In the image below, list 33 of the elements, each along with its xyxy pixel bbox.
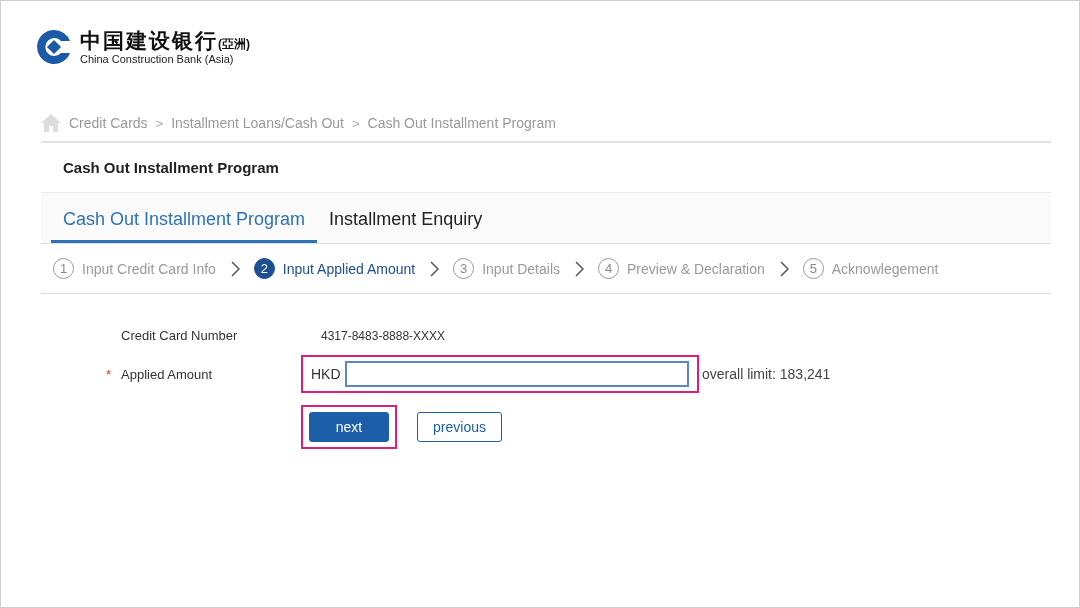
- step-number: 3: [453, 258, 475, 279]
- bank-name-english: China Construction Bank (Asia): [80, 52, 235, 65]
- chevron-icon: [778, 260, 789, 277]
- breadcrumb-link[interactable]: Cash Out Installment Program: [367, 115, 556, 131]
- required-mark: *: [104, 366, 112, 382]
- breadcrumb-link[interactable]: Credit Cards: [69, 115, 148, 131]
- region-label: (亞洲): [218, 36, 250, 51]
- bank-name-chinese: 中国建设银行: [80, 28, 218, 52]
- step-number: 2: [253, 258, 275, 279]
- limit-text: overall limit: 183,241: [702, 366, 831, 382]
- chevron-icon: [574, 260, 584, 277]
- step-number: 4: [598, 258, 619, 279]
- previous-button[interactable]: previous: [417, 412, 502, 442]
- field-label: Credit Card Number: [121, 328, 239, 343]
- step-label: Input Credit Card Info: [82, 260, 216, 277]
- chevron-icon: [429, 260, 440, 277]
- step-label: Input Details: [482, 260, 560, 277]
- amount-input[interactable]: [344, 361, 689, 387]
- step-label: Acknowlegement: [831, 260, 939, 277]
- breadcrumb-separator: >: [351, 115, 360, 131]
- step-number: 5: [802, 258, 824, 279]
- currency-label: HKD: [311, 366, 341, 382]
- chevron-icon: [229, 260, 240, 277]
- breadcrumb-link[interactable]: Installment Loans/Cash Out: [171, 115, 344, 131]
- step-label: Input Applied Amount: [282, 260, 416, 277]
- step-label: Preview & Declaration: [627, 260, 765, 277]
- next-button[interactable]: next: [309, 412, 389, 442]
- logo-icon: [36, 29, 72, 65]
- card-number: 4317-8483-8888-XXXX: [321, 328, 447, 343]
- tab[interactable]: Cash Out Installment Program: [51, 193, 318, 243]
- step-number: 1: [53, 258, 74, 279]
- breadcrumb-separator: >: [155, 115, 164, 131]
- tab[interactable]: Installment Enquiry: [317, 193, 495, 243]
